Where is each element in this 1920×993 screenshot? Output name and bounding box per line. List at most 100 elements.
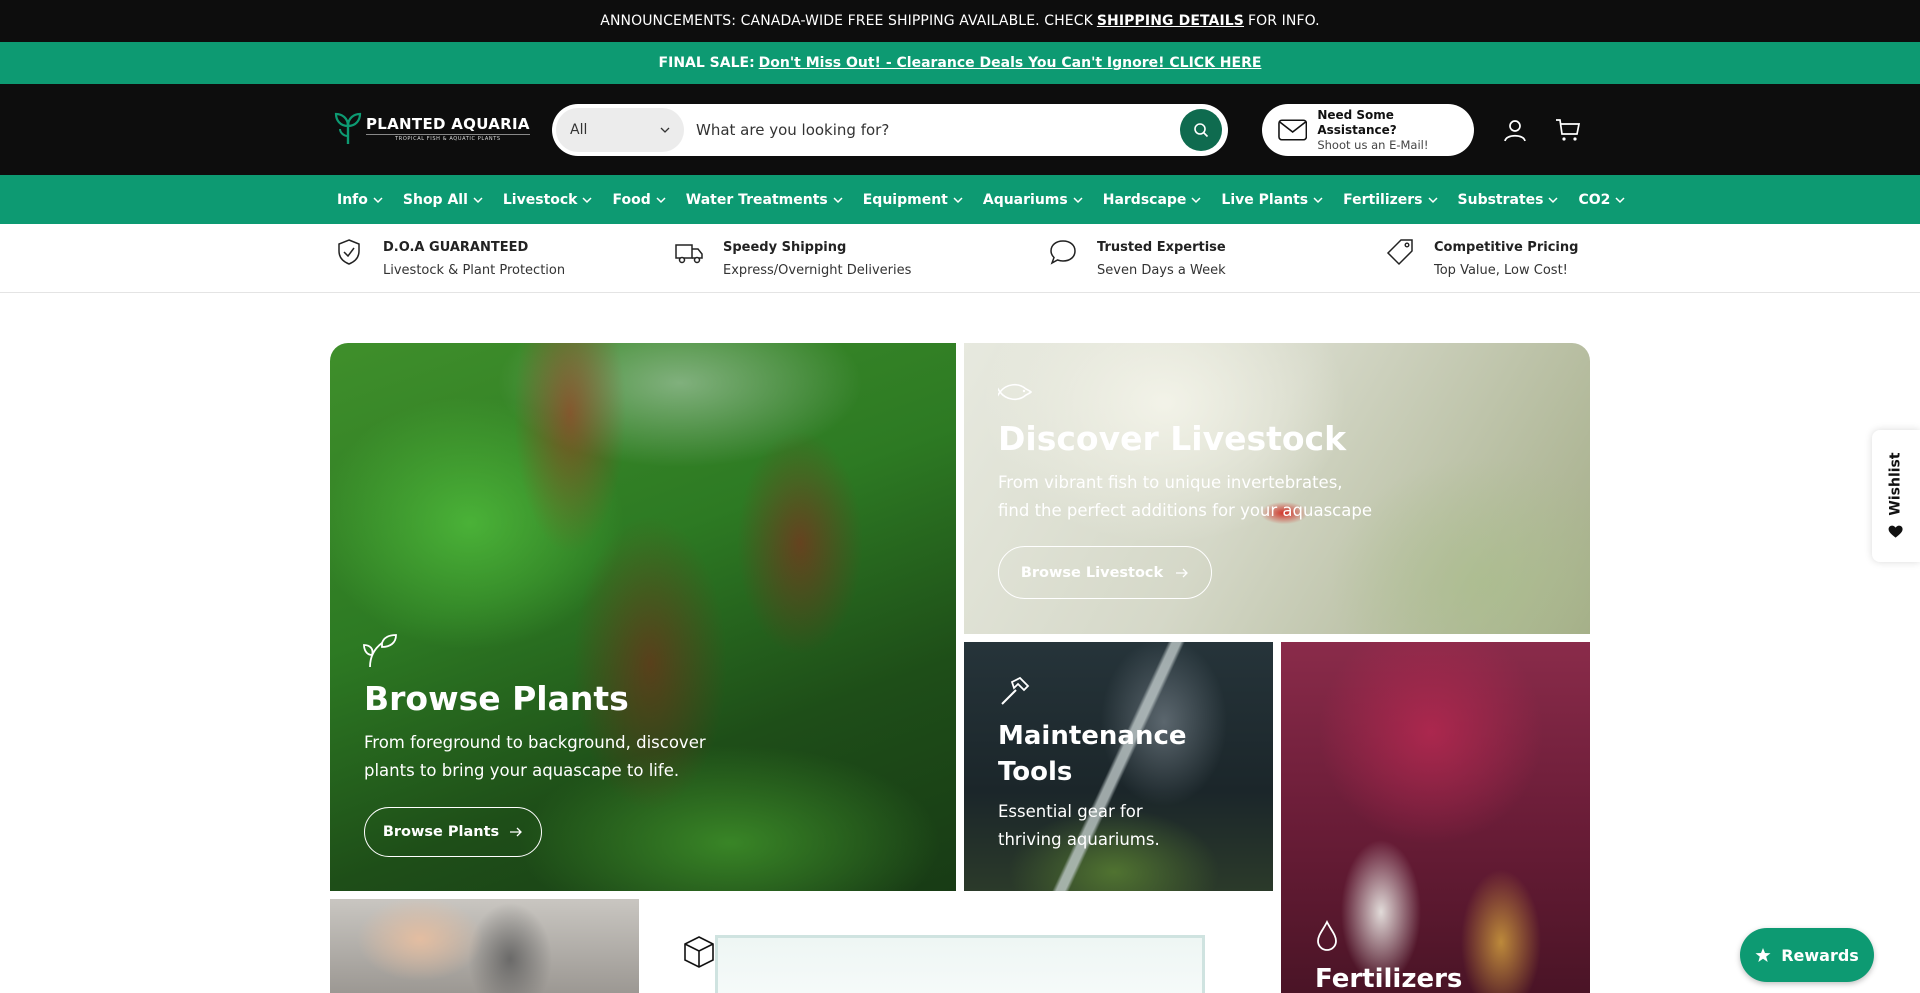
browse-plants-button[interactable]: Browse Plants	[364, 807, 542, 857]
nav-label: CO2	[1578, 191, 1611, 208]
tools-desc-line2: thriving aquariums.	[998, 830, 1160, 849]
plants-desc-line1: From foreground to background, discover	[364, 733, 706, 752]
button-label: Browse Livestock	[1020, 564, 1164, 581]
search-category-select[interactable]: All	[556, 108, 684, 152]
announcement-bar: ANNOUNCEMENTS: CANADA-WIDE FREE SHIPPING…	[0, 0, 1920, 42]
usp-title: Speedy Shipping	[723, 240, 847, 255]
arrow-right-icon	[510, 827, 523, 837]
usp-title: Trusted Expertise	[1097, 240, 1226, 255]
co2-tile[interactable]	[330, 899, 639, 993]
nav-label: Substrates	[1457, 191, 1544, 208]
usp-subtitle: Seven Days a Week	[1097, 263, 1226, 278]
tools-title-line1: Maintenance	[998, 721, 1187, 751]
clearance-link[interactable]: Don't Miss Out! - Clearance Deals You Ca…	[759, 55, 1262, 71]
sprout-icon	[363, 634, 397, 668]
nav-item-shop-all[interactable]: Shop All	[403, 192, 483, 208]
usp-expertise: Trusted Expertise Seven Days a Week	[1049, 236, 1226, 282]
search-button[interactable]	[1180, 109, 1222, 151]
maintenance-tools-tile[interactable]: Maintenance Tools Essential gear for thr…	[964, 642, 1273, 891]
nav-item-co2[interactable]: CO2	[1578, 192, 1625, 208]
shield-check-icon	[338, 239, 360, 265]
cube-icon	[684, 936, 714, 968]
livestock-desc-line2: find the perfect additions for your aqua…	[998, 501, 1372, 520]
chevron-down-icon	[953, 196, 963, 203]
browse-plants-tile[interactable]: Browse Plants From foreground to backgro…	[330, 343, 956, 891]
discover-livestock-tile[interactable]: Discover Livestock From vibrant fish to …	[964, 343, 1590, 634]
usp-strip: D.O.A GUARANTEED Livestock & Plant Protec…	[0, 224, 1920, 293]
announcement-suffix: FOR INFO.	[1248, 13, 1320, 29]
chevron-down-icon	[1191, 196, 1201, 203]
price-tag-icon	[1386, 239, 1413, 266]
nav-item-equipment[interactable]: Equipment	[863, 192, 963, 208]
nav-label: Livestock	[502, 191, 578, 208]
nav-item-aquariums[interactable]: Aquariums	[983, 192, 1083, 208]
rewards-label: Rewards	[1781, 945, 1859, 965]
chevron-down-icon	[660, 127, 670, 133]
aquariums-tile[interactable]	[647, 899, 1273, 993]
leaf-logo-icon	[334, 112, 362, 144]
usp-subtitle: Livestock & Plant Protection	[383, 263, 566, 278]
star-icon	[1755, 948, 1771, 962]
logo[interactable]: PLANTED AQUARIA TROPICAL FISH & AQUATIC …	[334, 110, 530, 146]
user-icon	[1504, 120, 1526, 142]
aquarium-tank-image	[715, 935, 1205, 993]
nav-label: Info	[337, 191, 368, 208]
logo-title: PLANTED AQUARIA	[366, 114, 530, 133]
sale-bar: FINAL SALE: Don't Miss Out! - Clearance …	[0, 42, 1920, 84]
usp-title: D.O.A GUARANTEED	[383, 240, 529, 255]
nav-item-food[interactable]: Food	[612, 191, 666, 208]
fertilizers-tile[interactable]: Fertilizers	[1281, 642, 1590, 993]
assist-subtitle: Shoot us an E-Mail!	[1317, 137, 1429, 152]
usp-shipping: Speedy Shipping Express/Overnight Deliver…	[675, 236, 911, 282]
chevron-down-icon	[582, 196, 593, 203]
sale-prefix: FINAL SALE:	[658, 55, 755, 71]
usp-title: Competitive Pricing	[1434, 240, 1579, 255]
main-nav: Info Shop All Livestock Food Water Treat…	[0, 175, 1920, 224]
chevron-down-icon	[1427, 196, 1438, 203]
nav-item-water-treatments[interactable]: Water Treatments	[686, 192, 843, 208]
search-category-value: All	[570, 122, 588, 138]
nav-label: Equipment	[862, 191, 948, 208]
usp-doa: D.O.A GUARANTEED Livestock & Plant Protec…	[335, 236, 565, 282]
nav-label: Aquariums	[982, 191, 1068, 208]
chevron-down-icon	[1073, 196, 1083, 203]
nav-item-hardscape[interactable]: Hardscape	[1103, 192, 1202, 208]
nav-item-live-plants[interactable]: Live Plants	[1221, 192, 1323, 208]
chevron-down-icon	[656, 196, 666, 203]
nav-item-fertilizers[interactable]: Fertilizers	[1343, 191, 1438, 208]
fish-icon	[998, 383, 1032, 401]
nav-item-info[interactable]: Info	[337, 192, 383, 208]
livestock-title: Discover Livestock	[998, 419, 1347, 458]
cart-button[interactable]	[1554, 116, 1582, 144]
search-input[interactable]	[684, 108, 1180, 152]
nav-item-substrates[interactable]: Substrates	[1458, 192, 1559, 208]
tools-desc-line1: Essential gear for	[998, 802, 1143, 821]
logo-tagline: TROPICAL FISH & AQUATIC PLANTS	[366, 133, 530, 142]
wishlist-label: Wishlist	[1888, 452, 1905, 516]
chat-bubble-icon	[1050, 240, 1076, 265]
assistance-email-button[interactable]: Need Some Assistance? Shoot us an E-Mail…	[1262, 104, 1474, 156]
nav-label: Fertilizers	[1343, 191, 1423, 208]
search-bar: All	[552, 104, 1228, 156]
arrow-right-icon	[1176, 568, 1189, 577]
wishlist-tab[interactable]: Wishlist	[1872, 430, 1920, 562]
nav-item-livestock[interactable]: Livestock	[503, 192, 593, 208]
plants-desc-line2: plants to bring your aquascape to life.	[364, 761, 680, 780]
cart-icon	[1556, 119, 1581, 141]
hammer-icon	[1001, 676, 1030, 705]
nav-label: Water Treatments	[685, 191, 828, 208]
button-label: Browse Plants	[382, 824, 500, 840]
announcement-prefix: ANNOUNCEMENTS: CANADA-WIDE FREE SHIPPING…	[600, 13, 1093, 29]
shipping-details-link[interactable]: SHIPPING DETAILS	[1097, 13, 1244, 29]
usp-subtitle: Express/Overnight Deliveries	[723, 263, 912, 278]
usp-subtitle: Top Value, Low Cost!	[1434, 263, 1568, 278]
rewards-button[interactable]: Rewards	[1740, 928, 1874, 982]
chevron-down-icon	[473, 196, 483, 203]
tools-title-line2: Tools	[998, 757, 1073, 787]
chevron-down-icon	[1313, 196, 1323, 203]
account-button[interactable]	[1501, 116, 1529, 144]
fertilizers-title: Fertilizers	[1315, 964, 1463, 993]
browse-livestock-button[interactable]: Browse Livestock	[998, 546, 1212, 599]
search-icon	[1194, 123, 1209, 138]
nav-label: Food	[612, 191, 651, 208]
